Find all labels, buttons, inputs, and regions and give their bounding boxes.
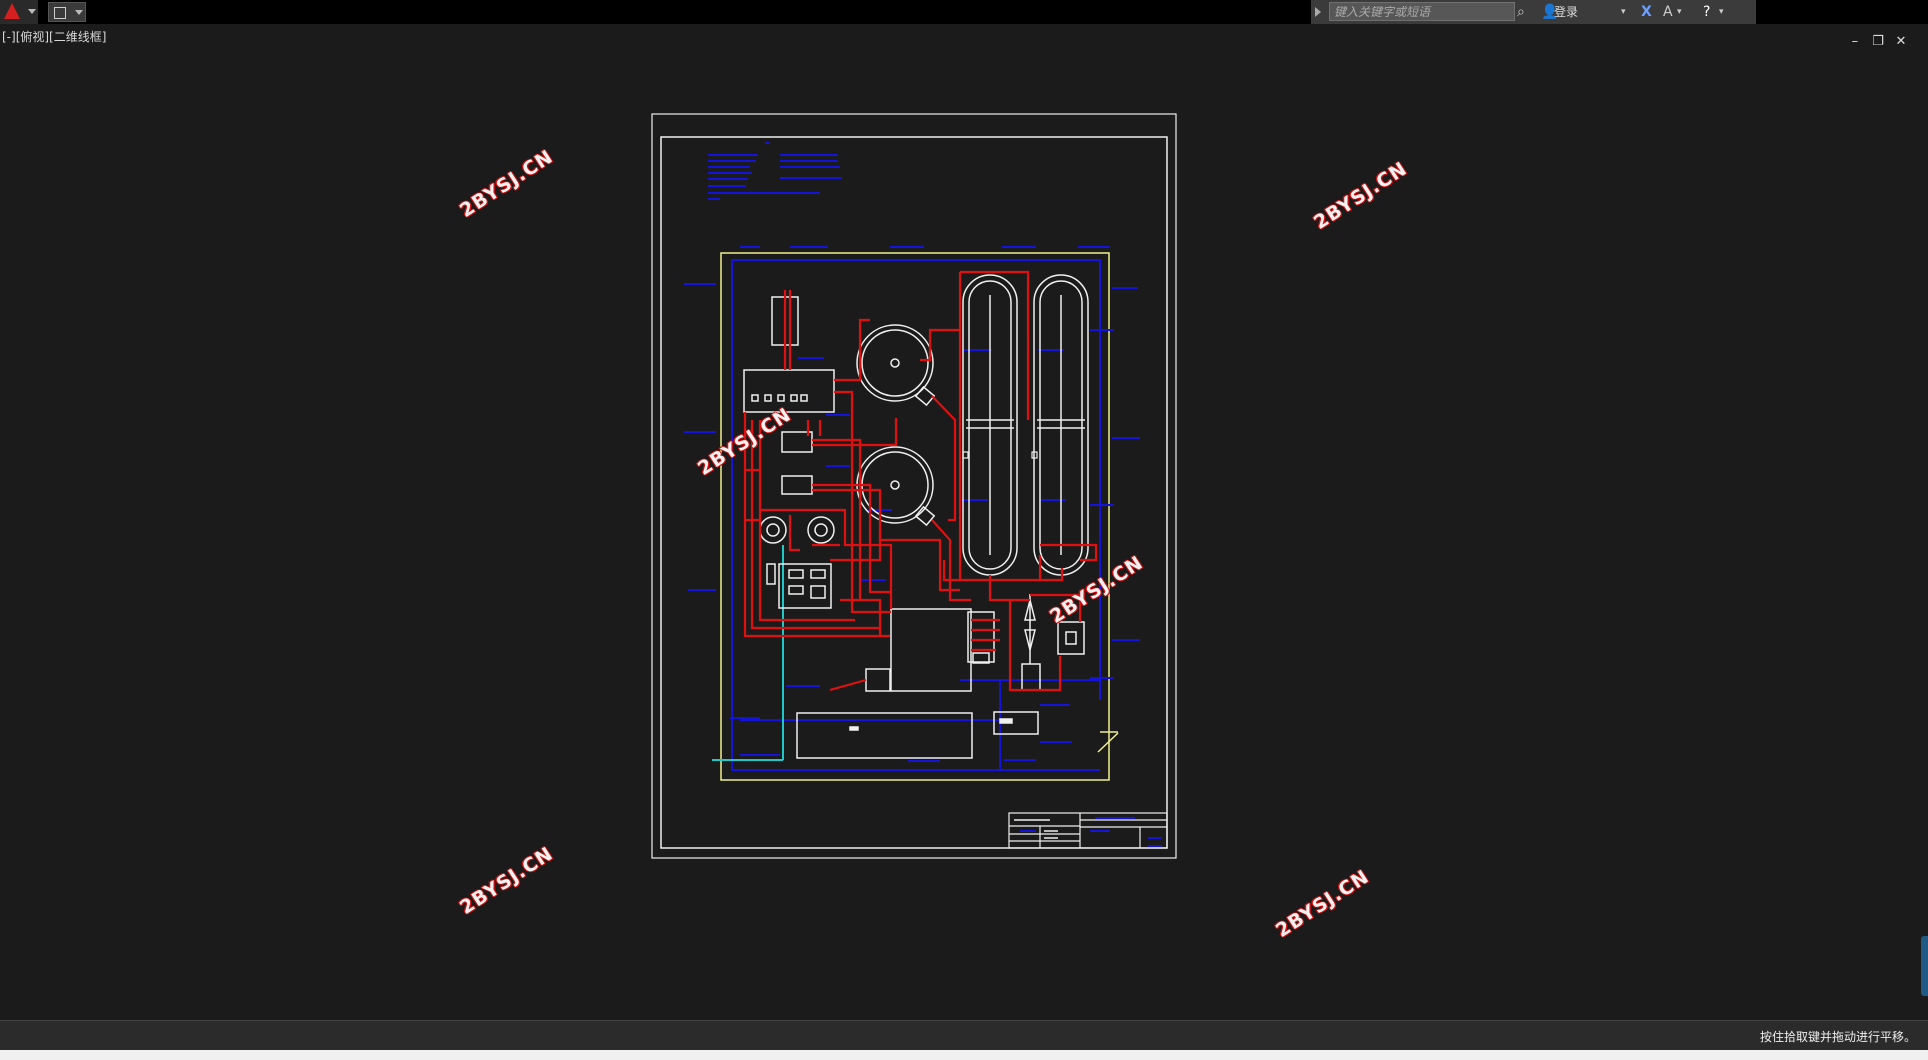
drawing-canvas[interactable] — [0, 0, 1928, 1020]
window-bottom-edge — [0, 1050, 1928, 1060]
oxidation-ditch-2 — [1033, 274, 1089, 576]
status-bar: 按住拾取键并拖动进行平移。 — [0, 1020, 1928, 1051]
clarifier-1 — [856, 324, 936, 407]
drawing-notes-block — [708, 142, 842, 200]
side-panel-tab[interactable] — [1921, 936, 1928, 996]
sheet-inner-border — [660, 136, 1168, 849]
oxidation-ditch-1 — [962, 274, 1018, 576]
sheet-outer-border — [651, 113, 1177, 859]
status-message: 按住拾取键并拖动进行平移。 — [1759, 1030, 1916, 1044]
pipe-nodes — [962, 451, 1038, 459]
central-buildings — [796, 594, 1085, 759]
